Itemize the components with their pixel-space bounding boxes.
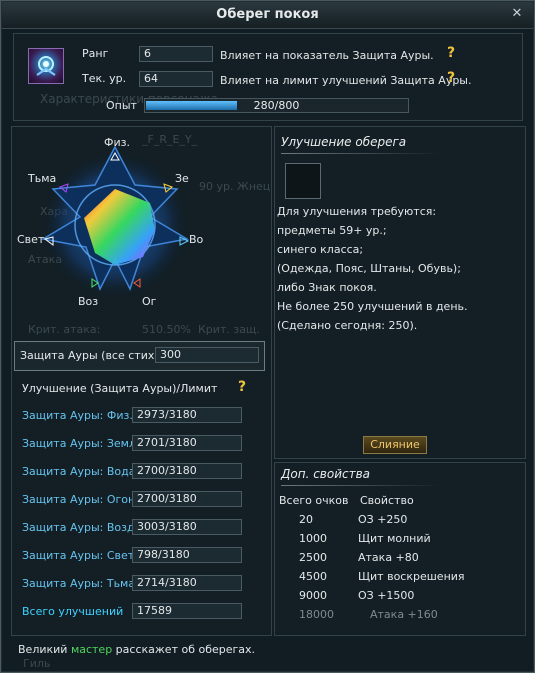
upgrade-item-slot[interactable] <box>285 163 321 199</box>
ghost-crit-val: 510.50% <box>142 323 191 336</box>
level-help-icon[interactable]: ? <box>447 70 455 86</box>
bonuses-panel: Доп. свойства Всего очков Свойство 20 ОЗ … <box>274 462 526 636</box>
upgrade-title: Улучшение оберега <box>281 135 407 149</box>
rank-desc: Влияет на показатель Защита Ауры. <box>220 49 434 62</box>
aura-row-value: 2700/3180 <box>132 463 242 479</box>
aura-row-value: 798/3180 <box>132 547 242 563</box>
exp-bar: 280/800 <box>144 98 409 113</box>
upgrade-requirement-line: Для улучшения требуются: <box>277 205 437 218</box>
bonus-points: 1000 <box>299 532 327 545</box>
radar-label-light: Свет <box>17 233 45 246</box>
close-icon[interactable]: ✕ <box>510 7 524 21</box>
rank-help-icon[interactable]: ? <box>447 45 455 61</box>
footer-prefix: Великий <box>18 643 71 656</box>
bonus-points: 18000 <box>299 608 334 621</box>
window-title: Оберег покоя <box>216 7 319 22</box>
aura-row-label: Защита Ауры: Свет <box>22 549 135 562</box>
merge-button[interactable]: Слияние <box>363 436 427 454</box>
ghost-crit-def: Крит. защ. <box>198 323 260 336</box>
aura-radar-chart <box>40 145 190 297</box>
bonus-points: 2500 <box>299 551 327 564</box>
aura-help-icon[interactable]: ? <box>238 379 246 395</box>
upgrade-title-line <box>281 153 441 154</box>
ghost-crit: Крит. атака: <box>28 323 101 336</box>
exp-bar-text: 280/800 <box>253 99 300 112</box>
aura-row-value: 2714/3180 <box>132 575 242 591</box>
rank-label: Ранг <box>82 47 109 60</box>
aura-total-box: Защита Ауры (все стихии) 300 <box>14 341 265 371</box>
upgrade-requirement-line: (Сделано сегодня: 250). <box>277 319 418 332</box>
upgrade-panel: Улучшение оберега 90 ур. Жнец Для улучше… <box>199 126 526 459</box>
bonus-property: Атака +160 <box>370 608 438 621</box>
aura-row-label: Защита Ауры: Физ. <box>22 409 133 422</box>
bonuses-col-prop: Свойство <box>360 494 414 507</box>
merge-button-label: Слияние <box>370 438 420 451</box>
aura-panel: _F_R_E_Y_ Хара Атака Крит. атака: 510.50… <box>11 126 272 636</box>
aura-total-label: Защита Ауры (все стихии) <box>20 349 173 362</box>
aura-row-value: 2700/3180 <box>132 491 242 507</box>
aura-row-value: 2973/3180 <box>132 407 242 423</box>
master-link[interactable]: мастер <box>71 643 112 656</box>
aura-row-label: Защита Ауры: Тьма <box>22 577 136 590</box>
footer-suffix: расскажет об оберегах. <box>112 643 256 656</box>
upgrade-requirement-line: Не более 250 улучшений в день. <box>277 300 468 313</box>
level-label: Тек. ур. <box>82 72 127 85</box>
ghost-guild-bottom: Гиль <box>23 657 51 670</box>
level-field: 64 <box>139 71 213 87</box>
bonuses-col-points: Всего очков <box>279 494 349 507</box>
charm-icon <box>28 48 64 84</box>
bonus-points: 9000 <box>299 589 327 602</box>
radar-label-earth: Зе <box>175 172 189 185</box>
radar-label-dark: Тьма <box>28 172 57 185</box>
exp-label: Опыт <box>106 99 137 112</box>
radar-label-air: Воз <box>78 295 99 308</box>
bonus-property: ОЗ +250 <box>358 513 408 526</box>
charm-info-panel: Характеристики персонажа Ранг 6 Влияет н… <box>13 33 523 121</box>
level-desc: Влияет на лимит улучшений Защита Ауры. <box>220 74 472 87</box>
bonus-property: ОЗ +1500 <box>358 589 415 602</box>
ghost-level: 90 ур. Жнец <box>199 180 271 193</box>
bonuses-title-line <box>281 485 441 486</box>
upgrade-requirement-line: либо Знак покоя. <box>277 281 377 294</box>
aura-row-value: 2701/3180 <box>132 435 242 451</box>
bonus-property: Атака +80 <box>358 551 419 564</box>
radar-label-fire: Ог <box>142 295 157 308</box>
upgrade-requirement-line: (Одежда, Пояс, Штаны, Обувь); <box>277 262 461 275</box>
footer-text: Великий мастер расскажет об оберегах. <box>18 643 255 656</box>
aura-sum-label: Всего улучшений <box>22 605 124 618</box>
upgrade-requirement-line: синего класса; <box>277 243 364 256</box>
upgrade-requirement-line: предметы 59+ ур.; <box>277 224 387 237</box>
aura-header-label: Улучшение (Защита Ауры)/Лимит <box>22 382 218 395</box>
bonus-points: 4500 <box>299 570 327 583</box>
radar-label-water: Во <box>189 233 204 246</box>
charm-window: Оберег покоя ✕ Характеристики персонажа … <box>0 0 535 673</box>
rank-field: 6 <box>139 46 213 62</box>
aura-row-label: Защита Ауры: Огонь <box>22 493 142 506</box>
aura-total-field: 300 <box>155 347 259 363</box>
aura-sum-value: 17589 <box>132 603 242 619</box>
bonus-points: 20 <box>299 513 313 526</box>
aura-row-label: Защита Ауры: Вода <box>22 465 136 478</box>
aura-row-value: 3003/3180 <box>132 519 242 535</box>
radar-label-phys: Физ. <box>104 136 130 149</box>
aura-row-label: Защита Ауры: Возду <box>22 521 142 534</box>
aura-row-label: Защита Ауры: Земля <box>22 437 143 450</box>
bonuses-title: Доп. свойства <box>281 467 371 481</box>
title-bar[interactable]: Оберег покоя ✕ <box>2 2 533 29</box>
bonus-property: Щит молний <box>358 532 431 545</box>
bonus-property: Щит воскрешения <box>358 570 465 583</box>
